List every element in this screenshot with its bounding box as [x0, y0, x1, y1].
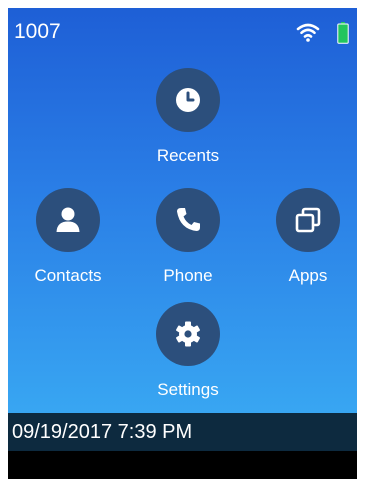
app-label-apps: Apps	[288, 266, 328, 285]
line-number: 1007	[14, 20, 61, 43]
phone-handset-icon	[177, 208, 200, 231]
date-time-display: 09/19/2017 7:39 PM	[12, 421, 193, 443]
app-apps[interactable]: Apps	[253, 188, 357, 288]
app-label-settings: Settings	[157, 380, 219, 399]
phone-device: 1007 Recents Contacts Phone Apps Setting…	[8, 8, 357, 479]
settings-icon-circle[interactable]	[156, 302, 220, 366]
app-label-contacts: Contacts	[34, 266, 102, 285]
battery-full-icon	[337, 22, 349, 44]
home-screen: 1007 Recents Contacts Phone Apps Setting…	[8, 8, 357, 413]
clock-icon	[176, 88, 200, 112]
app-label-recents: Recents	[156, 146, 220, 165]
recents-icon-circle[interactable]	[156, 68, 220, 132]
person-icon	[56, 207, 80, 232]
phone-icon-circle[interactable]	[156, 188, 220, 252]
app-label-phone: Phone	[163, 266, 213, 285]
stacked-windows-icon	[295, 207, 321, 233]
contacts-icon-circle[interactable]	[36, 188, 100, 252]
datetime-bar: 09/19/2017 7:39 PM	[8, 413, 357, 451]
app-settings[interactable]: Settings	[133, 302, 243, 402]
status-bar: 1007	[8, 8, 357, 44]
gear-icon	[176, 321, 200, 347]
app-recents[interactable]: Recents	[133, 68, 243, 168]
app-phone[interactable]: Phone	[133, 188, 243, 288]
wifi-icon	[296, 23, 320, 42]
apps-icon-circle[interactable]	[276, 188, 340, 252]
app-contacts[interactable]: Contacts	[13, 188, 123, 288]
